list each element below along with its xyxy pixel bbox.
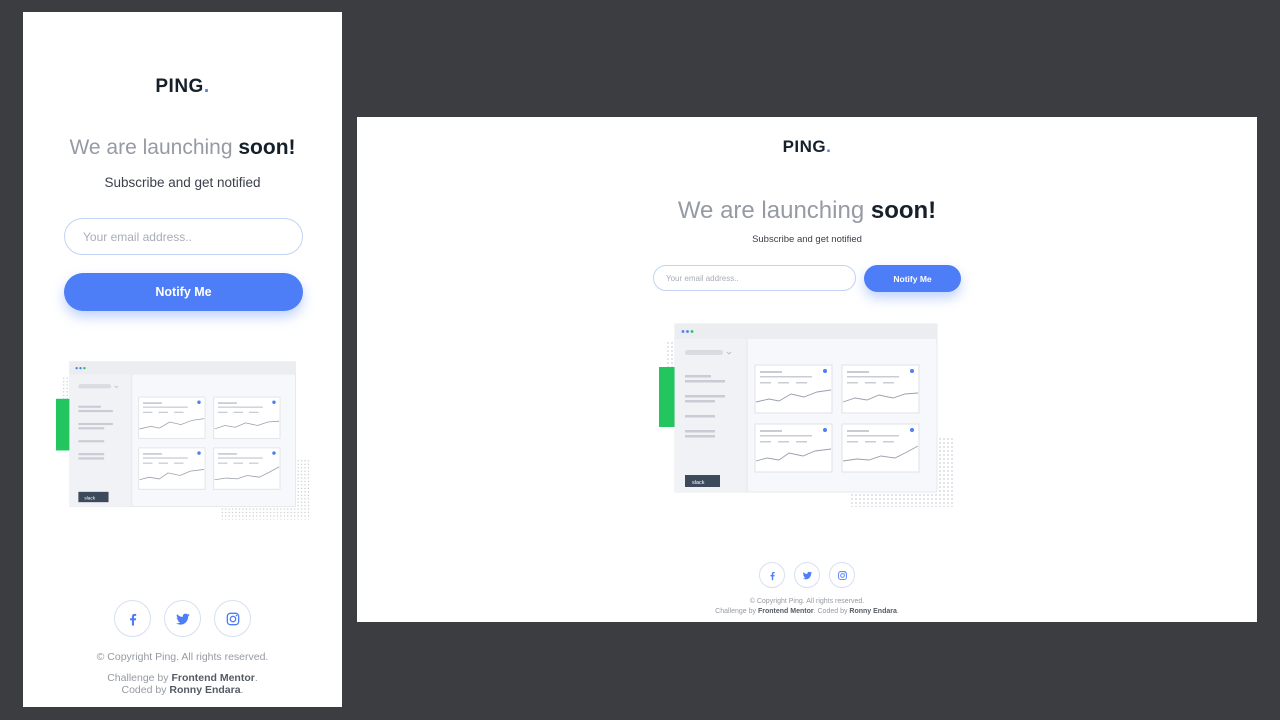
svg-text:slack: slack	[692, 480, 705, 486]
dashboard-illustration: slack	[659, 322, 955, 510]
copyright: © Copyright Ping. All rights reserved.	[96, 651, 269, 663]
author-link[interactable]: Ronny Endara	[849, 608, 896, 615]
logo: PING.	[782, 137, 832, 156]
frontend-mentor-link[interactable]: Frontend Mentor	[171, 672, 254, 684]
dashboard-illustration: slack	[55, 360, 312, 522]
email-input[interactable]	[653, 265, 856, 291]
dashboard-illustration-graphic: slack	[55, 361, 310, 520]
instagram-icon	[837, 570, 847, 580]
desktop-preview: PING. We are launching soon! Subscribe a…	[357, 117, 1257, 622]
email-input[interactable]	[64, 218, 303, 255]
twitter-icon	[175, 613, 190, 625]
facebook-icon	[129, 613, 136, 626]
instagram-link[interactable]	[214, 600, 251, 637]
headline: We are launching soon!	[677, 197, 937, 224]
facebook-link[interactable]	[759, 562, 785, 588]
frontend-mentor-link[interactable]: Frontend Mentor	[758, 608, 814, 615]
author-link[interactable]: Ronny Endara	[169, 684, 240, 696]
dashboard-illustration-graphic: slack	[659, 323, 953, 507]
twitter-link[interactable]	[794, 562, 820, 588]
attribution: Challenge by Frontend Mentor. Coded by R…	[107, 672, 258, 696]
logo: PING.	[155, 76, 210, 97]
copyright: © Copyright Ping. All rights reserved.	[749, 598, 865, 605]
instagram-icon	[226, 612, 239, 625]
twitter-icon	[802, 571, 812, 579]
subtitle: Subscribe and get notified	[104, 175, 261, 190]
facebook-icon	[769, 571, 775, 580]
subtitle: Subscribe and get notified	[752, 234, 862, 245]
attribution: Challenge by Frontend Mentor. Coded by R…	[715, 608, 899, 615]
twitter-link[interactable]	[164, 600, 201, 637]
notify-button[interactable]: Notify Me	[864, 265, 961, 292]
headline: We are launching soon!	[69, 136, 296, 159]
social-links	[23, 600, 342, 637]
social-links	[357, 562, 1257, 588]
svg-text:slack: slack	[84, 496, 95, 502]
mobile-preview: PING. We are launching soon! Subscribe a…	[23, 12, 342, 707]
notify-button[interactable]: Notify Me	[64, 273, 303, 311]
facebook-link[interactable]	[114, 600, 151, 637]
instagram-link[interactable]	[829, 562, 855, 588]
